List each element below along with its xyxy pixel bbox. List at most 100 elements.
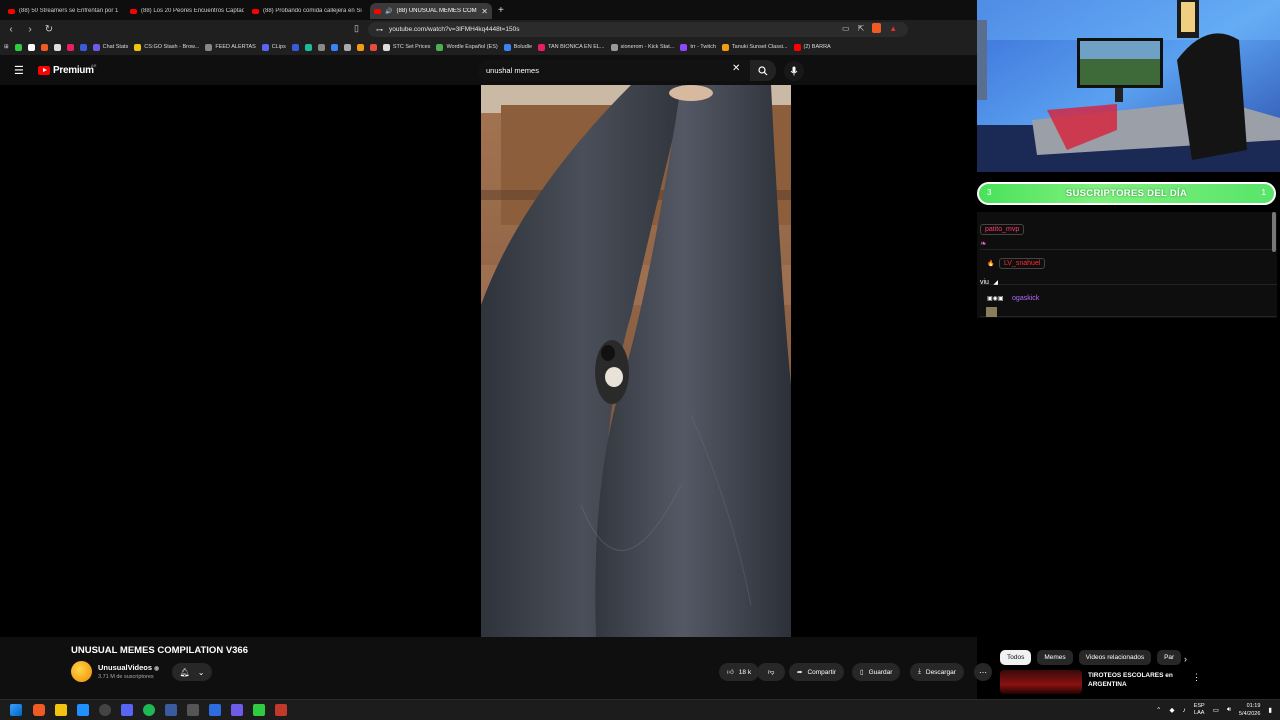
file-explorer-icon[interactable]	[55, 704, 67, 716]
dislike-button[interactable]: 👎︎	[757, 663, 785, 681]
browser-tab[interactable]: (88) Los 20 Peores Encuentros Captad	[126, 3, 248, 19]
chevron-up-icon[interactable]: ⌃	[1156, 706, 1161, 714]
bookmark-item[interactable]: trr - Twitch	[680, 43, 716, 51]
more-actions-button[interactable]: ⋯	[974, 663, 992, 681]
app-icon[interactable]	[231, 704, 243, 716]
save-button[interactable]: ▯ Guardar	[852, 663, 901, 681]
bookmark-favicon-icon[interactable]	[66, 43, 74, 51]
spotify-icon[interactable]	[143, 704, 155, 716]
channel-avatar[interactable]	[71, 661, 92, 682]
bookmark-label: trr - Twitch	[690, 44, 716, 50]
banner-left-number: 3	[987, 188, 992, 197]
app-icon[interactable]	[165, 704, 177, 716]
bookmark-item[interactable]: CLips	[261, 43, 286, 51]
site-info-icon[interactable]: ⊶	[376, 26, 383, 34]
clock[interactable]: 01:19 5/4/2026	[1239, 702, 1260, 718]
forward-icon[interactable]: ›	[22, 24, 38, 35]
brave-shield-icon[interactable]	[872, 23, 882, 33]
kebab-menu-icon[interactable]: ⋮	[1192, 672, 1201, 683]
search-input[interactable]: unushal memes	[478, 60, 750, 81]
bookmark-favicon-icon[interactable]	[53, 43, 61, 51]
rewards-icon[interactable]: ▲	[889, 24, 897, 33]
display-icon[interactable]: ▭	[1213, 706, 1219, 714]
discord-icon[interactable]	[121, 704, 133, 716]
channel-name-text: UnusualVideos	[98, 663, 153, 672]
language-indicator[interactable]: ESP LAA	[1194, 703, 1205, 717]
url-field[interactable]: ⊶ youtube.com/watch?v=3lFMH4kq4448t=150s	[368, 22, 908, 37]
chevron-right-icon[interactable]: ›	[1184, 654, 1187, 664]
voice-search-button[interactable]	[784, 61, 804, 81]
back-icon[interactable]: ‹	[3, 24, 19, 35]
bookmark-item[interactable]: TAN BIONICA EN EL...	[538, 43, 605, 51]
new-tab-button[interactable]: +	[498, 5, 504, 16]
bookmark-item[interactable]: FEED ALERTAS	[205, 43, 256, 51]
menu-icon[interactable]: ☰	[14, 64, 24, 77]
share-icon[interactable]: ⇱	[858, 24, 865, 33]
bookmark-favicon-icon[interactable]	[291, 43, 299, 51]
channel-name[interactable]: UnusualVideos ◉	[98, 663, 159, 672]
bookmark-item[interactable]: STC Set Prices	[382, 43, 430, 51]
windows-start-icon[interactable]	[10, 704, 22, 716]
search-button[interactable]	[750, 60, 776, 81]
bookmark-favicon-icon[interactable]	[317, 43, 325, 51]
bookmark-label: Tanuki Sunset Classi...	[731, 44, 788, 50]
chat-emote-icon: ❧	[980, 239, 987, 248]
stream-chat: patito_mvp ❧ 🔥 LV_snahuel viu ◢ ▣◉▣ ogas…	[977, 212, 1277, 318]
youtube-logo[interactable]: Premium	[38, 65, 94, 76]
bookmark-favicon-icon[interactable]	[343, 43, 351, 51]
speaker-icon[interactable]: ♪	[1182, 707, 1185, 714]
chip-all[interactable]: Todos	[1000, 650, 1032, 665]
browser-tab[interactable]: (88) 50 Streamers se Enfrentan por 1	[4, 3, 126, 19]
related-video-item[interactable]: TIROTEOS ESCOLARES en ARGENTINA ⋮	[1000, 670, 1270, 694]
github-icon[interactable]	[99, 704, 111, 716]
video-player[interactable]	[0, 85, 977, 637]
reload-icon[interactable]: ↻	[41, 24, 57, 35]
bookmark-item[interactable]: (2) BARRA	[793, 43, 831, 51]
tab-close-icon[interactable]: ✕	[481, 7, 488, 16]
clear-search-icon[interactable]: ✕	[732, 63, 740, 74]
app-icon[interactable]	[209, 704, 221, 716]
bookmark-favicon-icon[interactable]	[79, 43, 87, 51]
video-frame[interactable]	[481, 85, 791, 637]
bookmark-favicon-icon[interactable]	[27, 43, 35, 51]
telegram-icon[interactable]	[77, 704, 89, 716]
cast-icon[interactable]: ▭	[842, 24, 850, 33]
kick-icon[interactable]	[253, 704, 265, 716]
chat-scrollbar[interactable]	[1272, 212, 1276, 252]
notification-bell-button[interactable]: 🔔︎ ⌄	[172, 663, 212, 681]
bookmark-favicon-icon[interactable]	[356, 43, 364, 51]
youtube-favicon-icon	[8, 8, 15, 14]
bookmark-icon[interactable]: ▯	[354, 23, 359, 34]
share-button[interactable]: ➦ Compartir	[789, 663, 844, 681]
related-video-thumbnail[interactable]	[1000, 670, 1082, 694]
volume-icon[interactable]: 🔊︎	[1227, 706, 1231, 714]
notification-icon[interactable]: ▮	[1268, 706, 1272, 714]
bookmark-item[interactable]: Wordle Español (ES)	[436, 43, 498, 51]
apps-icon[interactable]: ⊞	[4, 44, 9, 50]
bookmark-favicon-icon[interactable]	[369, 43, 377, 51]
bookmark-favicon-icon[interactable]	[40, 43, 48, 51]
app-icon[interactable]	[275, 704, 287, 716]
app-icon[interactable]	[187, 704, 199, 716]
bookmark-item[interactable]: Tanuki Sunset Classi...	[721, 43, 788, 51]
bookmark-favicon-icon	[721, 43, 729, 51]
bookmark-item[interactable]: Chat Stats	[92, 43, 128, 51]
brave-browser-icon[interactable]	[33, 704, 45, 716]
bookmark-favicon-icon	[382, 43, 390, 51]
bookmark-favicon-icon[interactable]	[304, 43, 312, 51]
chip-partial[interactable]: Par	[1157, 650, 1182, 665]
like-button[interactable]: 👍︎ 18 k	[719, 663, 760, 681]
browser-tab[interactable]: (88) Probando comida callejera en Si	[248, 3, 370, 19]
bookmark-favicon-icon[interactable]	[330, 43, 338, 51]
bookmark-item[interactable]: Boludle	[503, 43, 532, 51]
chip-memes[interactable]: Memes	[1037, 650, 1073, 665]
bell-icon: 🔔︎	[179, 667, 190, 677]
chip-related-videos[interactable]: Videos relacionados	[1078, 650, 1152, 665]
bookmark-item[interactable]: sionerom - Kick Stat...	[610, 43, 674, 51]
bookmark-favicon-icon[interactable]	[14, 43, 22, 51]
download-button[interactable]: ⤓ Descargar	[910, 663, 964, 681]
video-title: UNUSUAL MEMES COMPILATION V366	[71, 645, 249, 656]
browser-tab-active[interactable]: 🔊 (88) UNUSUAL MEMES COMP ✕	[370, 3, 492, 19]
network-icon[interactable]: ◆	[1169, 706, 1174, 714]
bookmark-item[interactable]: CS:GO Stash - Brow...	[134, 43, 199, 51]
